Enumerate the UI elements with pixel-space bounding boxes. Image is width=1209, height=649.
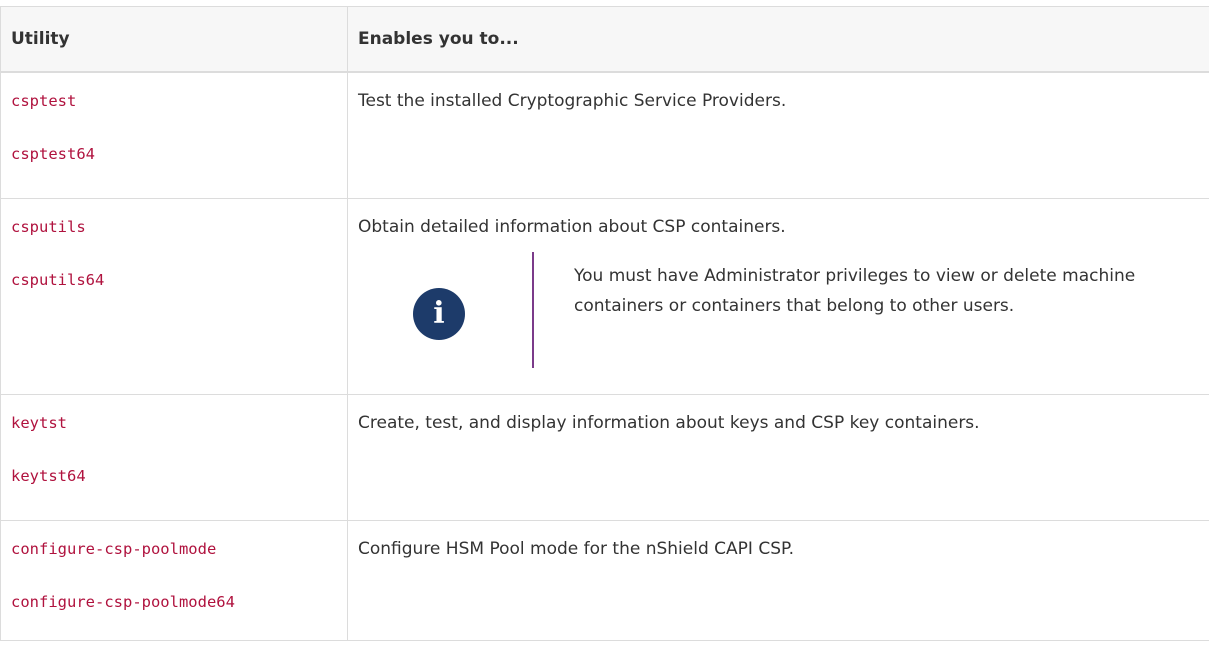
header-utility: Utility <box>0 6 348 73</box>
utility-cell: csputils csputils64 <box>0 198 348 395</box>
utility-name: keytst64 <box>11 467 86 485</box>
admonition-note: i You must have Administrator privileges… <box>358 252 1199 372</box>
info-icon: i <box>413 288 465 340</box>
description-cell: Configure HSM Pool mode for the nShield … <box>347 520 1209 641</box>
description-text: Test the installed Cryptographic Service… <box>358 90 787 111</box>
description-text: Create, test, and display information ab… <box>358 413 980 433</box>
utility-name: keytst <box>11 414 67 432</box>
header-enables-you-to: Enables you to... <box>347 6 1209 73</box>
description-text: Configure HSM Pool mode for the nShield … <box>358 539 794 559</box>
table-row: csputils csputils64 Obtain detailed info… <box>0 198 1209 395</box>
table-header: Utility Enables you to... <box>0 6 1209 73</box>
description-text: Obtain detailed information about CSP co… <box>358 217 786 237</box>
description-cell: Test the installed Cryptographic Service… <box>347 71 1209 199</box>
table-body: csptest csptest64 Test the installed Cry… <box>0 71 1209 641</box>
utilities-table: Utility Enables you to... csptest csptes… <box>0 6 1209 641</box>
description-cell: Create, test, and display information ab… <box>347 394 1209 521</box>
utility-cell: keytst keytst64 <box>0 394 348 521</box>
utility-name: csptest <box>11 91 77 110</box>
description-cell: Obtain detailed information about CSP co… <box>347 198 1209 395</box>
utility-name: csputils64 <box>11 271 105 289</box>
utility-cell: csptest csptest64 <box>0 71 348 199</box>
note-text: You must have Administrator privileges t… <box>574 266 1136 316</box>
utility-name: configure-csp-poolmode64 <box>11 593 235 611</box>
utility-name: csptest64 <box>11 144 95 163</box>
table-row: keytst keytst64 Create, test, and displa… <box>0 394 1209 521</box>
table-row: configure-csp-poolmode configure-csp-poo… <box>0 520 1209 641</box>
utility-name: configure-csp-poolmode <box>11 540 217 558</box>
header-row: Utility Enables you to... <box>0 6 1209 73</box>
utility-name: csputils <box>11 218 86 236</box>
note-divider <box>532 252 534 368</box>
table-row: csptest csptest64 Test the installed Cry… <box>0 71 1209 199</box>
utility-cell: configure-csp-poolmode configure-csp-poo… <box>0 520 348 641</box>
